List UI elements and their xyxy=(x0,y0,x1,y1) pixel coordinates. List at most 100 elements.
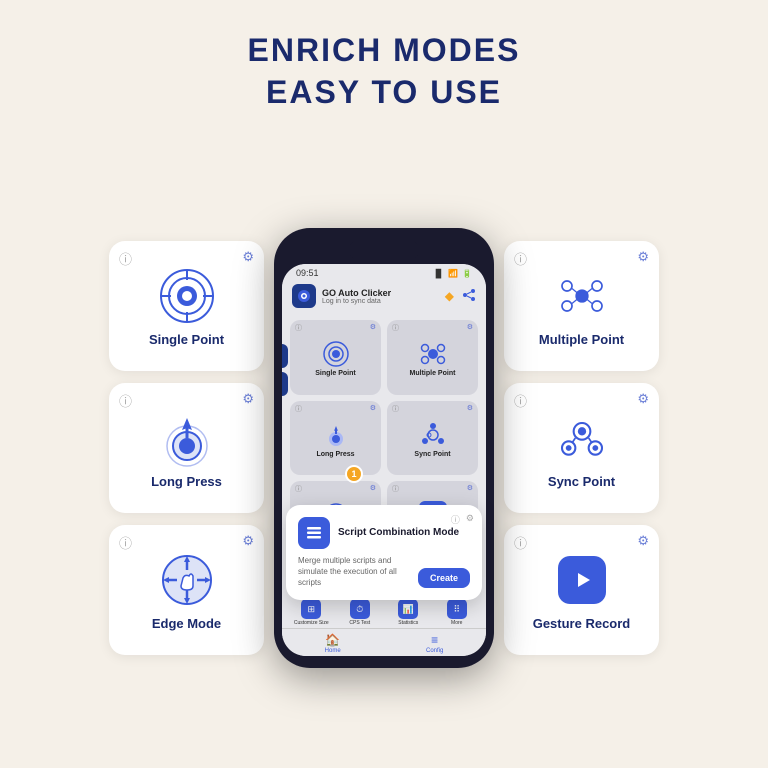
app-subtitle: Log in to sync data xyxy=(322,298,391,305)
info-icon: ⓘ xyxy=(119,249,132,268)
menu-cps-test[interactable]: ⏱ CPS Test xyxy=(337,599,384,626)
gear-icon: ⚙ xyxy=(467,323,473,331)
edge-mode-icon xyxy=(157,550,217,610)
cps-icon: ⏱ xyxy=(350,599,370,619)
menu-label: More xyxy=(451,620,462,626)
card-sync-point[interactable]: ⓘ ⚙ Sync Point xyxy=(504,383,659,513)
gear-icon: ⚙ xyxy=(637,533,649,549)
diamond-icon: ◆ xyxy=(445,289,454,303)
info-icon: ⓘ xyxy=(295,323,302,333)
side-controls[interactable]: ⏸ ▼ xyxy=(282,344,288,396)
more-icon: ⠿ xyxy=(447,599,467,619)
phone-sync-point-icon xyxy=(419,421,447,449)
phone-multiple-point-icon xyxy=(419,340,447,368)
menu-statistics[interactable]: 📊 Statistics xyxy=(385,599,432,626)
popup-icon xyxy=(298,517,330,549)
share-icon xyxy=(462,288,476,305)
gear-icon: ⚙ xyxy=(467,404,473,412)
home-icon: 🏠 xyxy=(325,633,340,647)
stats-icon: 📊 xyxy=(398,599,418,619)
info-icon: ⓘ xyxy=(514,391,527,410)
info-icon: ⓘ xyxy=(392,404,399,414)
main-area: ⓘ ⚙ Single Point ⓘ ⚙ xyxy=(0,128,768,768)
app-title: GO Auto Clicker xyxy=(322,288,391,298)
card-gesture-record[interactable]: ⓘ ⚙ Gesture Record xyxy=(504,525,659,655)
long-press-label: Long Press xyxy=(151,474,222,489)
left-cards: ⓘ ⚙ Single Point ⓘ ⚙ xyxy=(109,241,264,655)
card-edge-mode[interactable]: ⓘ ⚙ Edge Mode xyxy=(109,525,264,655)
popup-info-icon: ⓘ xyxy=(451,513,460,526)
app-logo xyxy=(292,284,316,308)
phone-time: 09:51 xyxy=(296,268,319,278)
sync-point-icon xyxy=(552,408,612,468)
multiple-point-icon xyxy=(552,266,612,326)
menu-customize[interactable]: ⊞ Customize Size xyxy=(288,599,335,626)
status-bar: 09:51 ▐▌ 📶 🔋 xyxy=(282,264,486,280)
gear-icon: ⚙ xyxy=(637,249,649,265)
phone-bottom-nav: 🏠 Home ≡ Config xyxy=(282,628,486,656)
phone-card-label: Long Press xyxy=(316,451,354,458)
card-long-press[interactable]: ⓘ ⚙ Long Press xyxy=(109,383,264,513)
gear-icon: ⚙ xyxy=(370,404,376,412)
signal-icon: ▐▌ xyxy=(433,269,444,278)
info-icon: ⓘ xyxy=(514,249,527,268)
popup-title: Script Combination Mode xyxy=(338,526,470,539)
phone-card-multiple-point[interactable]: ⓘ ⚙ Multiple Point xyxy=(387,320,478,395)
home-label: Home xyxy=(325,648,341,654)
menu-label: Customize Size xyxy=(294,620,329,626)
phone-card-label: Sync Point xyxy=(414,451,450,458)
wifi-icon: 📶 xyxy=(448,269,458,278)
create-button[interactable]: Create xyxy=(418,568,470,588)
menu-label: Statistics xyxy=(398,620,418,626)
gear-icon: ⚙ xyxy=(370,484,376,492)
menu-label: CPS Test xyxy=(349,620,370,626)
gesture-record-icon xyxy=(552,550,612,610)
single-point-label: Single Point xyxy=(149,332,224,347)
customize-icon: ⊞ xyxy=(301,599,321,619)
right-cards: ⓘ ⚙ Multiple Point ⓘ ⚙ xyxy=(504,241,659,655)
multiple-point-label: Multiple Point xyxy=(539,332,624,347)
phone-notch xyxy=(349,240,419,260)
phone-card-long-press[interactable]: ⓘ ⚙ Long Press 1 xyxy=(290,401,381,476)
popup-bottom: Merge multiple scripts and simulate the … xyxy=(298,555,470,589)
gear-icon: ⚙ xyxy=(370,323,376,331)
card-multiple-point[interactable]: ⓘ ⚙ Multiple Point xyxy=(504,241,659,371)
sync-point-label: Sync Point xyxy=(548,474,615,489)
menu-more[interactable]: ⠿ More xyxy=(434,599,481,626)
phone-mockup: 09:51 ▐▌ 📶 🔋 xyxy=(274,228,494,668)
card-single-point[interactable]: ⓘ ⚙ Single Point xyxy=(109,241,264,371)
header-title: ENRICH MODES EASY TO USE xyxy=(248,30,521,113)
app-title-block: GO Auto Clicker Log in to sync data xyxy=(322,288,391,305)
info-icon: ⓘ xyxy=(295,484,302,494)
pause-button[interactable]: ⏸ xyxy=(282,344,288,368)
app-header: GO Auto Clicker Log in to sync data ◆ xyxy=(282,280,486,314)
info-icon: ⓘ xyxy=(392,323,399,333)
info-icon: ⓘ xyxy=(119,533,132,552)
phone-single-point-icon xyxy=(322,340,350,368)
info-icon: ⓘ xyxy=(295,404,302,414)
header: ENRICH MODES EASY TO USE xyxy=(248,0,521,128)
config-label: Config xyxy=(426,648,443,654)
popup-gear-icon: ⚙ xyxy=(466,513,474,526)
info-icon: ⓘ xyxy=(514,533,527,552)
popup-description: Merge multiple scripts and simulate the … xyxy=(298,555,418,589)
phone-card-label: Single Point xyxy=(315,370,355,377)
phone-card-single-point[interactable]: ⓘ ⚙ Single Point xyxy=(290,320,381,395)
battery-icon: 🔋 xyxy=(462,269,472,278)
script-combination-popup[interactable]: ⓘ ⚙ Script Combination Mode Merge multip… xyxy=(286,505,482,601)
info-icon: ⓘ xyxy=(119,391,132,410)
gesture-record-label: Gesture Record xyxy=(533,616,631,631)
phone-long-press-icon xyxy=(322,421,350,449)
gear-icon: ⚙ xyxy=(242,533,254,549)
config-icon: ≡ xyxy=(431,633,438,647)
popup-icons: ⓘ ⚙ xyxy=(451,513,474,526)
edge-mode-label: Edge Mode xyxy=(152,616,221,631)
down-button[interactable]: ▼ xyxy=(282,372,288,396)
phone-card-sync-point[interactable]: ⓘ ⚙ Sync Point xyxy=(387,401,478,476)
info-icon: ⓘ xyxy=(392,484,399,494)
phone-body: 09:51 ▐▌ 📶 🔋 xyxy=(274,228,494,668)
nav-home[interactable]: 🏠 Home xyxy=(325,633,341,654)
gear-icon: ⚙ xyxy=(242,391,254,407)
nav-config[interactable]: ≡ Config xyxy=(426,633,443,654)
popup-content: Script Combination Mode xyxy=(338,526,470,539)
